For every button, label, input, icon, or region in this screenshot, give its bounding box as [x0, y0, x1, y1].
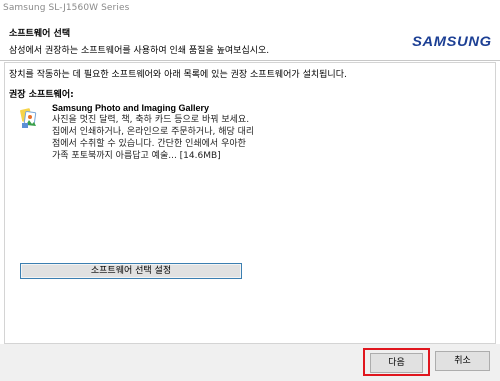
photo-gallery-icon — [19, 107, 37, 129]
software-desc-line: 점에서 수취할 수 있습니다. 간단한 인쇄에서 우아한 — [52, 139, 246, 149]
next-button[interactable]: 다음 — [370, 353, 423, 373]
software-selection-settings-button[interactable]: 소프트웨어 선택 설정 — [20, 263, 242, 279]
content-panel: 장치를 작동하는 데 필요한 소프트웨어와 아래 목록에 있는 권장 소프트웨어… — [4, 62, 496, 344]
page-subtitle: 삼성에서 권장하는 소프트웨어를 사용하여 인쇄 품질을 높여보십시오. — [9, 46, 270, 56]
window-title: Samsung SL-J1560W Series — [3, 3, 130, 13]
recommended-software-label: 권장 소프트웨어: — [9, 90, 74, 100]
header-divider — [0, 60, 500, 61]
cancel-button[interactable]: 취소 — [435, 351, 490, 371]
software-desc-line: 가족 포토북까지 아름답고 예술... [14.6MB] — [52, 151, 221, 161]
title-bar: Samsung SL-J1560W Series — [0, 0, 500, 17]
next-button-highlight: 다음 — [363, 348, 430, 376]
footer: 다음 취소 — [0, 344, 500, 381]
software-name: Samsung Photo and Imaging Gallery — [52, 103, 210, 113]
page-title: 소프트웨어 선택 — [9, 29, 71, 39]
software-description: 사진을 멋진 달력, 책, 축하 카드 등으로 바꿔 보세요. 집에서 인쇄하거… — [52, 114, 272, 162]
software-desc-line: 집에서 인쇄하거나, 온라인으로 주문하거나, 해당 대리 — [52, 127, 255, 137]
samsung-logo: SAMSUNG — [412, 33, 492, 49]
header: 소프트웨어 선택 삼성에서 권장하는 소프트웨어를 사용하여 인쇄 품질을 높여… — [0, 17, 500, 60]
install-description: 장치를 작동하는 데 필요한 소프트웨어와 아래 목록에 있는 권장 소프트웨어… — [9, 70, 347, 80]
software-desc-line: 사진을 멋진 달력, 책, 축하 카드 등으로 바꿔 보세요. — [52, 115, 250, 125]
